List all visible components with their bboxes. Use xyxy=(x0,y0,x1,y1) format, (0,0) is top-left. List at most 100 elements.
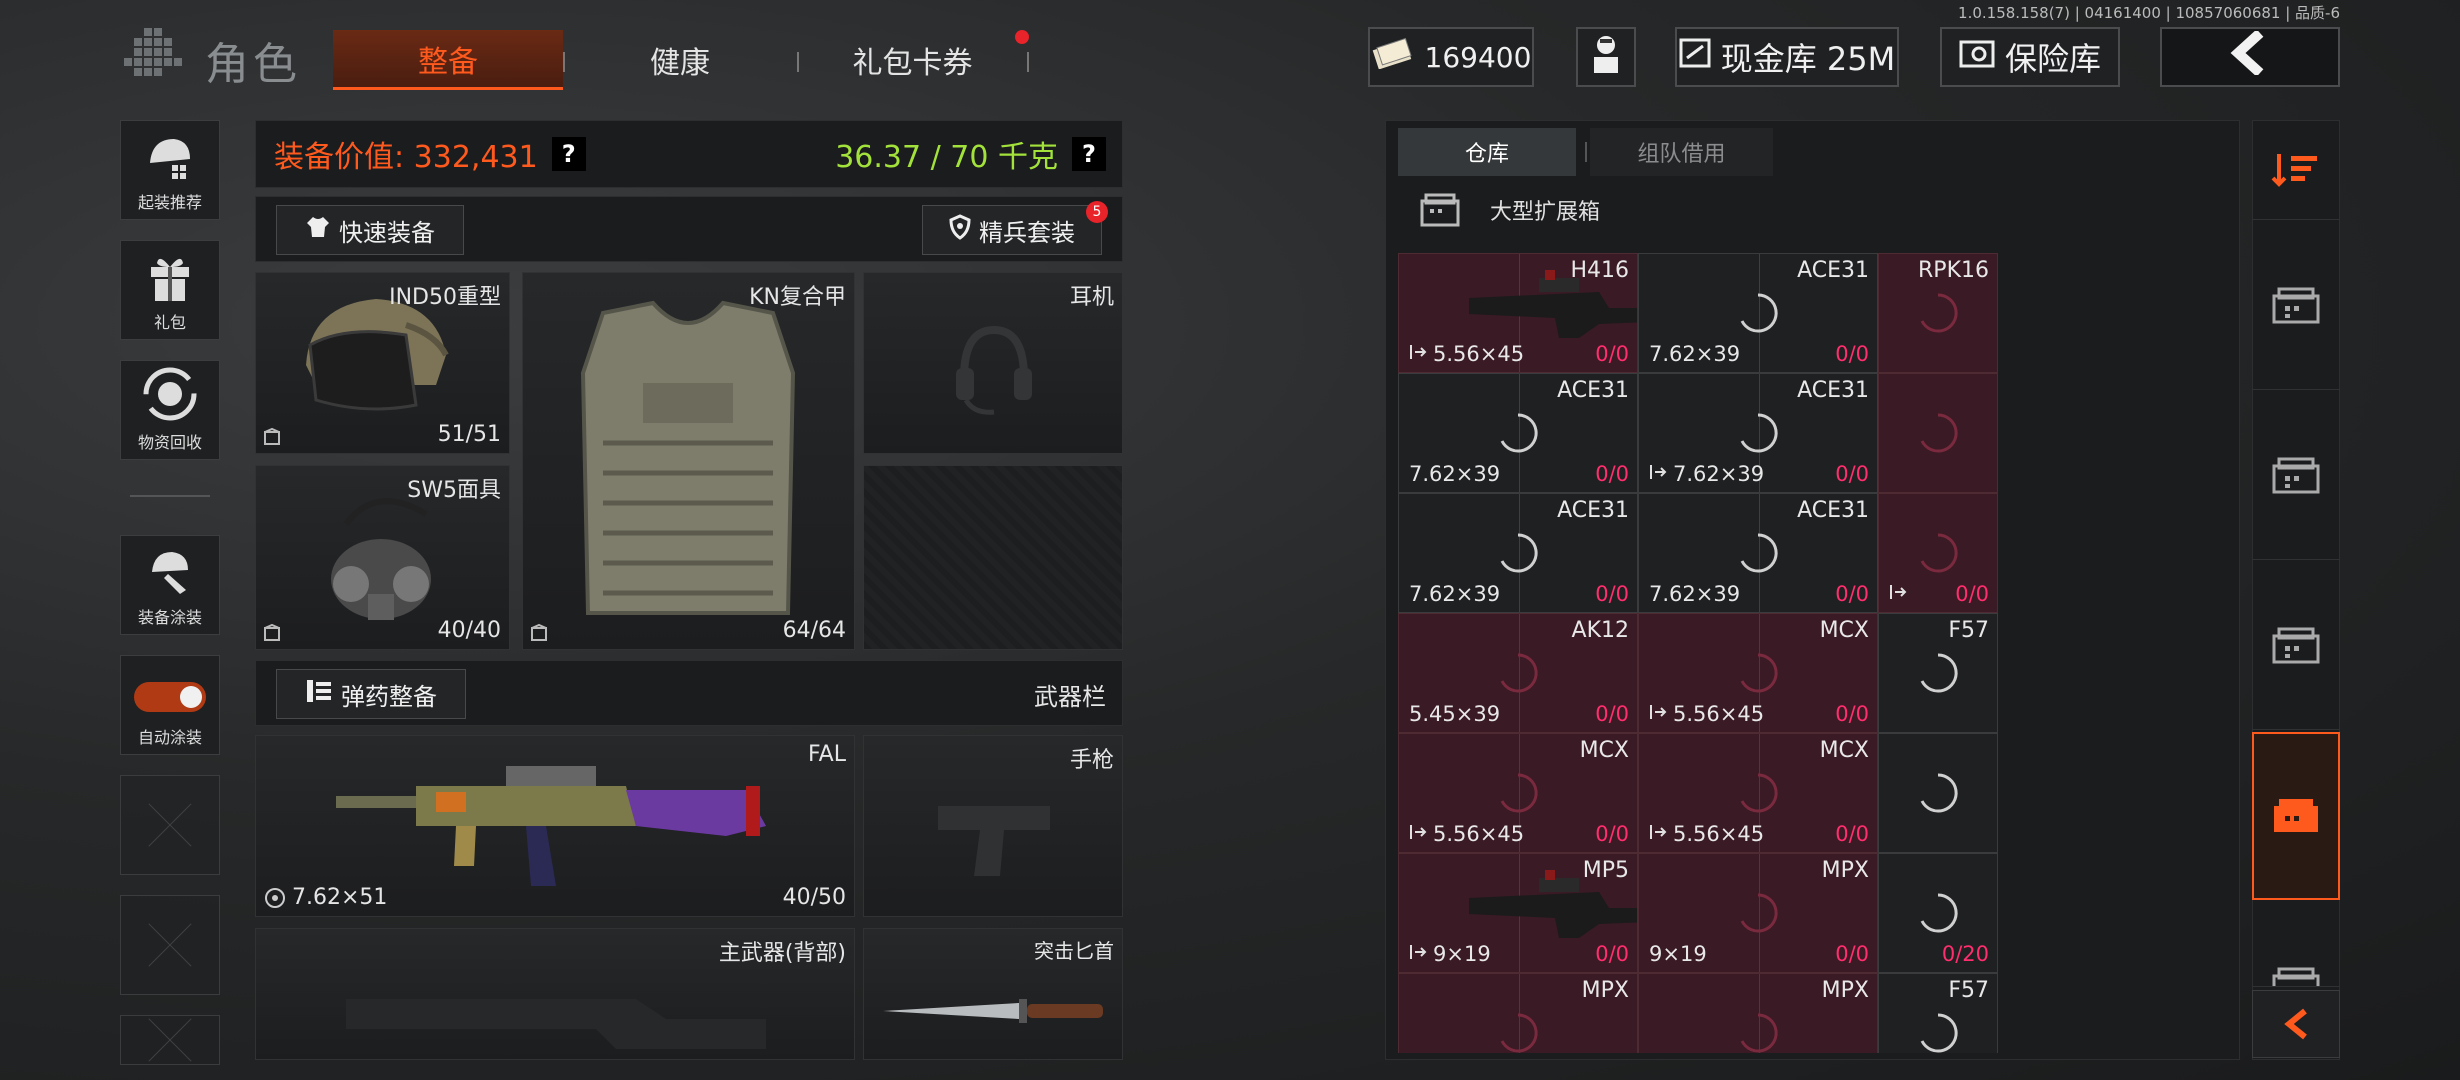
safe-icon xyxy=(1959,38,1995,76)
sidebar-item-label: 礼包 xyxy=(153,313,186,332)
inventory-cell[interactable]: AK12 5.45×39 0/0 xyxy=(1398,613,1638,733)
inventory-cell[interactable]: MPX 9×19 0/0 xyxy=(1638,853,1878,973)
tab-divider xyxy=(1585,142,1587,162)
armor-slot[interactable]: KN复合甲 64/64 xyxy=(522,272,855,650)
primary-weapon-name: FAL xyxy=(808,742,846,767)
equipment-value: 装备价值: 332,431 xyxy=(274,140,538,175)
tab-equip[interactable]: 整备 xyxy=(333,30,563,90)
weapon-name: MP5 xyxy=(1582,858,1629,883)
loading-spinner-icon xyxy=(1500,773,1538,813)
inventory-cell[interactable]: MCX 5.56×45 0/0 xyxy=(1638,733,1878,853)
pistol-slot[interactable]: 手枪 xyxy=(863,735,1123,917)
inventory-cell[interactable]: 0/20 xyxy=(1878,853,1998,973)
caliber-label: 7.62×39 xyxy=(1409,582,1500,606)
elite-suit-button[interactable]: 精兵套装 xyxy=(922,205,1102,255)
weapon-name: RPK16 xyxy=(1918,258,1989,283)
back-weapon-slot[interactable]: 主武器(背部) xyxy=(255,928,855,1060)
weight-help-icon[interactable]: ? xyxy=(1072,137,1106,171)
weapon-name: ACE31 xyxy=(1557,378,1629,403)
loading-spinner-icon xyxy=(1740,293,1778,333)
export-arrow-icon xyxy=(1649,462,1667,486)
tab-team-borrow[interactable]: 组队借用 xyxy=(1590,128,1773,176)
inventory-cell[interactable] xyxy=(1878,373,1998,493)
inventory-cell[interactable]: H416 5.56×45 0/0 xyxy=(1398,253,1638,373)
mask-slot[interactable]: SW5面具 40/40 xyxy=(255,465,510,650)
sidebar-item-recommended[interactable]: 起装推荐 xyxy=(120,120,220,220)
knife-name: 突击匕首 xyxy=(1034,939,1114,963)
caliber-text: 5.45×39 xyxy=(1409,702,1501,726)
crate-icon xyxy=(2272,457,2320,493)
empty-gear-slot[interactable] xyxy=(863,465,1123,650)
inventory-cell[interactable]: MPX xyxy=(1398,973,1638,1053)
cash-vault-label: 现金库 25M xyxy=(1720,40,1896,78)
weapon-name: MCX xyxy=(1819,618,1869,643)
inventory-cell[interactable]: 0/0 xyxy=(1878,493,1998,613)
sort-button[interactable] xyxy=(2252,120,2340,220)
primary-weapon-slot[interactable]: FAL 7.62×51 40/50 xyxy=(255,735,855,917)
ammo-amount: 0/0 xyxy=(1595,702,1629,726)
inventory-cell[interactable]: MCX 5.56×45 0/0 xyxy=(1398,733,1638,853)
quick-equip-button[interactable]: 快速装备 xyxy=(276,205,464,255)
support-button[interactable] xyxy=(1576,27,1636,87)
loading-spinner-icon xyxy=(1500,653,1538,693)
loading-spinner-icon xyxy=(1500,413,1538,453)
toggle-icon[interactable] xyxy=(134,682,206,712)
loading-spinner-icon xyxy=(1500,1013,1538,1053)
container-tab-4-active[interactable] xyxy=(2252,732,2340,900)
inventory-cell[interactable]: MPX xyxy=(1638,973,1878,1053)
gift-icon xyxy=(151,258,189,301)
container-tab-1[interactable] xyxy=(2252,222,2340,390)
back-button[interactable] xyxy=(2160,27,2340,87)
sidebar-item-auto-paint[interactable]: 自动涂装 xyxy=(120,655,220,755)
tab-gift-coupons[interactable]: 礼包卡券 xyxy=(800,30,1025,90)
paint-icon xyxy=(152,552,188,594)
caliber-text: 9×19 xyxy=(1433,942,1491,966)
ammo-icon xyxy=(305,678,333,710)
loading-spinner-icon xyxy=(1740,533,1778,573)
inventory-cell[interactable]: F57 xyxy=(1878,613,1998,733)
caliber-text: 7.62×39 xyxy=(1409,462,1501,486)
weapon-name: ACE31 xyxy=(1797,258,1869,283)
helmet-slot[interactable]: IND50重型 51/51 xyxy=(255,272,510,454)
export-arrow-icon xyxy=(1649,822,1667,846)
sidebar-empty-slot xyxy=(120,895,220,995)
loading-spinner-icon xyxy=(1740,653,1778,693)
inventory-cell[interactable]: RPK16 xyxy=(1878,253,1998,373)
inventory-cell[interactable]: ACE31 7.62×39 0/0 xyxy=(1398,493,1638,613)
safe-vault-button[interactable]: 保险库 xyxy=(1940,27,2120,87)
caliber-text: 7.62×39 xyxy=(1649,342,1741,366)
inventory-cell[interactable]: ACE31 7.62×39 0/0 xyxy=(1638,253,1878,373)
loading-spinner-icon xyxy=(1920,413,1958,453)
collapse-button[interactable] xyxy=(2252,990,2340,1058)
inventory-cell[interactable]: ACE31 7.62×39 0/0 xyxy=(1638,373,1878,493)
container-tab-3[interactable] xyxy=(2252,562,2340,730)
sidebar-item-gift[interactable]: 礼包 xyxy=(120,240,220,340)
ammo-prep-button[interactable]: 弹药整备 xyxy=(276,669,466,719)
knife-slot[interactable]: 突击匕首 xyxy=(863,928,1123,1060)
cash-vault-button[interactable]: 现金库 25M xyxy=(1675,27,1899,87)
tab-health[interactable]: 健康 xyxy=(570,30,790,90)
inventory-cell[interactable]: ACE31 7.62×39 0/0 xyxy=(1398,373,1638,493)
value-help-icon[interactable]: ? xyxy=(551,137,586,171)
loading-spinner-icon xyxy=(1920,1013,1958,1053)
inventory-cell[interactable]: MP5 9×19 0/0 xyxy=(1398,853,1638,973)
back-arrow-icon xyxy=(2230,29,2270,83)
money-display[interactable]: 169400 xyxy=(1368,27,1534,87)
caliber-text: 5.56×45 xyxy=(1673,702,1765,726)
inventory-cell[interactable]: ACE31 7.62×39 0/0 xyxy=(1638,493,1878,613)
container-tab-2[interactable] xyxy=(2252,392,2340,560)
headset-slot[interactable]: 耳机 xyxy=(863,272,1123,454)
sidebar-item-recycle[interactable]: 物资回收 xyxy=(120,360,220,460)
inventory-cell[interactable] xyxy=(1878,733,1998,853)
knife-icon xyxy=(883,999,1103,1023)
character-logo-icon xyxy=(120,22,200,92)
loading-spinner-icon xyxy=(1740,893,1778,933)
weapon-name: ACE31 xyxy=(1797,498,1869,523)
sidebar-item-paint[interactable]: 装备涂装 xyxy=(120,535,220,635)
inventory-cell[interactable]: MCX 5.56×45 0/0 xyxy=(1638,613,1878,733)
inventory-cell[interactable]: F57 xyxy=(1878,973,1998,1053)
container-tab-5[interactable] xyxy=(2252,902,2340,987)
tab-warehouse[interactable]: 仓库 xyxy=(1398,128,1576,176)
shirt-icon xyxy=(305,215,331,245)
crate-icon xyxy=(2274,799,2318,832)
